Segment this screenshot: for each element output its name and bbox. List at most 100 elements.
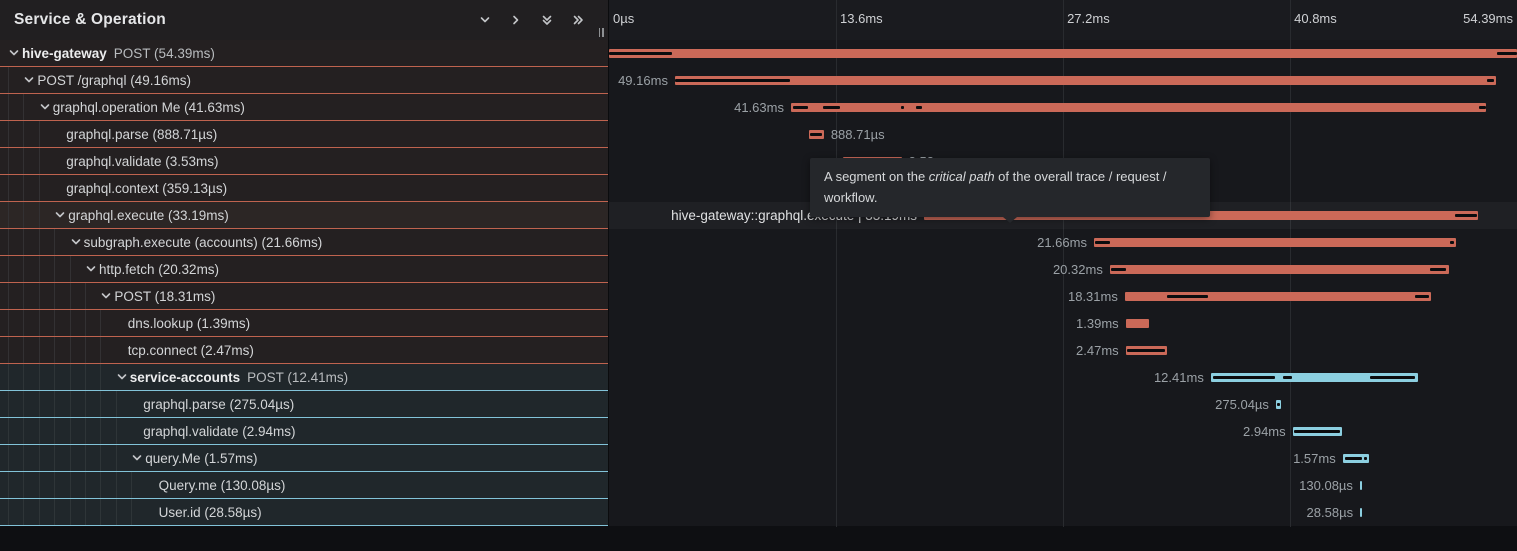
chevron-down-icon[interactable] bbox=[23, 74, 37, 86]
span-timeline-cell[interactable]: 888.71µs bbox=[609, 121, 1517, 148]
span-name-cell[interactable]: subgraph.execute (accounts) (21.66ms) bbox=[0, 229, 609, 256]
span-timeline-cell[interactable]: 130.08µs bbox=[609, 472, 1517, 499]
span-name-cell[interactable]: http.fetch (20.32ms) bbox=[0, 256, 609, 283]
critical-path-segment[interactable] bbox=[675, 79, 790, 82]
span-timeline-cell[interactable]: 12.41ms bbox=[609, 364, 1517, 391]
span-name-cell[interactable]: graphql.validate (2.94ms) bbox=[0, 418, 609, 445]
critical-path-segment[interactable] bbox=[1415, 295, 1428, 298]
indent-guide bbox=[85, 337, 86, 363]
critical-path-segment[interactable] bbox=[1095, 241, 1110, 244]
critical-path-segment[interactable] bbox=[1127, 349, 1165, 352]
span-row[interactable]: http.fetch (20.32ms)20.32ms bbox=[0, 256, 1517, 283]
span-row[interactable]: graphql.context (359.13µs)359.13µs bbox=[0, 175, 1517, 202]
span-name-cell[interactable]: graphql.parse (888.71µs) bbox=[0, 121, 609, 148]
span-row[interactable]: hive-gatewayPOST (54.39ms) bbox=[0, 40, 1517, 67]
critical-path-segment[interactable] bbox=[1277, 403, 1280, 406]
span-name-cell[interactable]: graphql.context (359.13µs) bbox=[0, 175, 609, 202]
critical-path-segment[interactable] bbox=[1497, 52, 1517, 55]
span-name-cell[interactable]: graphql.operation Me (41.63ms) bbox=[0, 94, 609, 121]
span-timeline-cell[interactable]: 2.47ms bbox=[609, 337, 1517, 364]
chevron-down-icon[interactable] bbox=[39, 101, 53, 113]
span-row[interactable]: User.id (28.58µs)28.58µs bbox=[0, 499, 1517, 526]
span-name-cell[interactable]: Query.me (130.08µs) bbox=[0, 472, 609, 499]
critical-path-segment[interactable] bbox=[1283, 376, 1291, 379]
critical-path-segment[interactable] bbox=[1364, 457, 1367, 460]
span-name-cell[interactable]: hive-gatewayPOST (54.39ms) bbox=[0, 40, 609, 67]
span-row[interactable]: service-accountsPOST (12.41ms)12.41ms bbox=[0, 364, 1517, 391]
span-bar[interactable] bbox=[675, 76, 1496, 85]
critical-path-segment[interactable] bbox=[1111, 268, 1125, 271]
span-row[interactable]: graphql.parse (275.04µs)275.04µs bbox=[0, 391, 1517, 418]
span-name-cell[interactable]: dns.lookup (1.39ms) bbox=[0, 310, 609, 337]
chevron-down-icon[interactable] bbox=[100, 290, 114, 302]
span-name-cell[interactable]: graphql.validate (3.53ms) bbox=[0, 148, 609, 175]
critical-path-segment[interactable] bbox=[1430, 268, 1446, 271]
span-row[interactable]: graphql.operation Me (41.63ms)41.63ms bbox=[0, 94, 1517, 121]
critical-path-segment[interactable] bbox=[1450, 241, 1454, 244]
span-timeline-cell[interactable]: 21.66ms bbox=[609, 229, 1517, 256]
span-timeline-cell[interactable]: 2.94ms bbox=[609, 418, 1517, 445]
critical-path-segment[interactable] bbox=[1487, 79, 1494, 82]
span-name-cell[interactable]: graphql.execute (33.19ms) bbox=[0, 202, 609, 229]
span-timeline-cell[interactable]: 1.57ms bbox=[609, 445, 1517, 472]
critical-path-segment[interactable] bbox=[1345, 457, 1361, 460]
critical-path-segment[interactable] bbox=[1167, 295, 1209, 298]
double-chevron-down-icon[interactable] bbox=[540, 13, 554, 27]
double-chevron-right-icon[interactable] bbox=[571, 13, 585, 27]
span-timeline-cell[interactable]: 20.32ms bbox=[609, 256, 1517, 283]
chevron-down-icon[interactable] bbox=[8, 47, 22, 59]
span-bar[interactable] bbox=[1110, 265, 1449, 274]
chevron-right-icon[interactable] bbox=[509, 13, 523, 27]
critical-path-segment[interactable] bbox=[793, 106, 808, 109]
span-row[interactable]: subgraph.execute (accounts) (21.66ms)21.… bbox=[0, 229, 1517, 256]
span-bar[interactable] bbox=[791, 103, 1486, 112]
span-bar[interactable] bbox=[1094, 238, 1456, 247]
span-row[interactable]: POST (18.31ms)18.31ms bbox=[0, 283, 1517, 310]
span-timeline-cell[interactable]: 1.39ms bbox=[609, 310, 1517, 337]
span-name-cell[interactable]: User.id (28.58µs) bbox=[0, 499, 609, 526]
span-bar[interactable] bbox=[1126, 319, 1149, 328]
panel-divider[interactable] bbox=[608, 0, 609, 527]
chevron-down-icon[interactable] bbox=[131, 452, 145, 464]
critical-path-segment[interactable] bbox=[1213, 376, 1275, 379]
span-row[interactable]: tcp.connect (2.47ms)2.47ms bbox=[0, 337, 1517, 364]
span-row[interactable]: query.Me (1.57ms)1.57ms bbox=[0, 445, 1517, 472]
chevron-down-icon[interactable] bbox=[70, 236, 84, 248]
chevron-down-icon[interactable] bbox=[85, 263, 99, 275]
panel-resize-grip[interactable] bbox=[595, 26, 607, 38]
span-name-cell[interactable]: POST /graphql (49.16ms) bbox=[0, 67, 609, 94]
span-name-cell[interactable]: query.Me (1.57ms) bbox=[0, 445, 609, 472]
span-row[interactable]: graphql.parse (888.71µs)888.71µs bbox=[0, 121, 1517, 148]
span-timeline-cell[interactable]: 18.31ms bbox=[609, 283, 1517, 310]
chevron-down-icon[interactable] bbox=[478, 13, 492, 27]
span-row[interactable]: POST /graphql (49.16ms)49.16ms bbox=[0, 67, 1517, 94]
span-row[interactable]: graphql.validate (2.94ms)2.94ms bbox=[0, 418, 1517, 445]
span-row[interactable]: Query.me (130.08µs)130.08µs bbox=[0, 472, 1517, 499]
span-timeline-cell[interactable]: 275.04µs bbox=[609, 391, 1517, 418]
span-row[interactable]: graphql.validate (3.53ms)3.53ms bbox=[0, 148, 1517, 175]
span-timeline-cell[interactable]: 28.58µs bbox=[609, 499, 1517, 526]
service-name: hive-gateway bbox=[22, 46, 107, 61]
span-bar[interactable] bbox=[609, 49, 1517, 58]
span-timeline-cell[interactable] bbox=[609, 40, 1517, 67]
span-name-cell[interactable]: POST (18.31ms) bbox=[0, 283, 609, 310]
span-name-cell[interactable]: tcp.connect (2.47ms) bbox=[0, 337, 609, 364]
span-timeline-cell[interactable]: 41.63ms bbox=[609, 94, 1517, 121]
span-row[interactable]: dns.lookup (1.39ms)1.39ms bbox=[0, 310, 1517, 337]
span-bar[interactable] bbox=[1360, 481, 1362, 490]
critical-path-segment[interactable] bbox=[810, 133, 822, 136]
critical-path-segment[interactable] bbox=[1294, 430, 1340, 433]
span-row[interactable]: graphql.execute (33.19ms)hive-gateway::g… bbox=[0, 202, 1517, 229]
critical-path-segment[interactable] bbox=[1370, 376, 1415, 379]
span-name-cell[interactable]: graphql.parse (275.04µs) bbox=[0, 391, 609, 418]
critical-path-segment[interactable] bbox=[1479, 106, 1486, 109]
chevron-down-icon[interactable] bbox=[116, 371, 130, 383]
span-timeline-cell[interactable]: 49.16ms bbox=[609, 67, 1517, 94]
critical-path-segment[interactable] bbox=[1455, 214, 1477, 217]
span-name-cell[interactable]: service-accountsPOST (12.41ms) bbox=[0, 364, 609, 391]
critical-path-segment[interactable] bbox=[916, 106, 922, 109]
chevron-down-icon[interactable] bbox=[54, 209, 68, 221]
critical-path-segment[interactable] bbox=[823, 106, 841, 109]
span-bar[interactable] bbox=[1360, 508, 1362, 517]
critical-path-segment[interactable] bbox=[609, 52, 672, 55]
